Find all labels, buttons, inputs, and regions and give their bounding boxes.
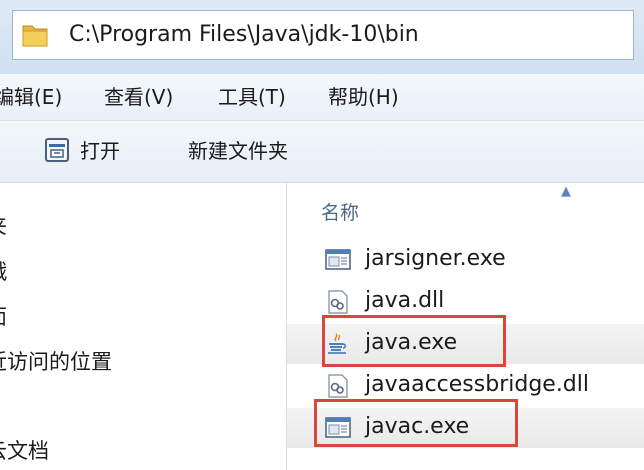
menu-edit[interactable]: 编辑(E) xyxy=(0,84,62,110)
nav-item-downloads[interactable]: 戱 xyxy=(0,258,7,286)
file-row[interactable]: jarsigner.exe xyxy=(287,240,644,280)
dll-icon xyxy=(328,374,348,398)
nav-item-recent-places[interactable]: 近访问的位置 xyxy=(0,348,112,376)
highlight-box-javac-exe xyxy=(314,399,518,447)
sort-arrow-icon: ▲ xyxy=(561,184,571,199)
command-toolbar: 打开 新建文件夹 xyxy=(0,121,644,183)
menu-bar: 编辑(E) 查看(V) 工具(T) 帮助(H) xyxy=(0,74,644,121)
navigation-pane: 夹 戱 面 近访问的位置 云文档 xyxy=(0,183,285,470)
highlight-box-java-exe xyxy=(322,315,506,367)
explorer-window: C:\Program Files\Java\jdk-10\bin 编辑(E) 查… xyxy=(0,0,644,470)
nav-item-cloud-docs[interactable]: 云文档 xyxy=(0,437,49,465)
file-name[interactable]: java.dll xyxy=(365,287,444,315)
open-icon[interactable] xyxy=(44,137,70,163)
file-name[interactable]: javaaccessbridge.dll xyxy=(365,371,589,399)
nav-item-favorites[interactable]: 夹 xyxy=(0,212,7,240)
column-header-name[interactable]: 名称 xyxy=(321,200,359,226)
nav-item-desktop[interactable]: 面 xyxy=(0,303,7,331)
menu-tools[interactable]: 工具(T) xyxy=(218,84,286,110)
address-bar-area: C:\Program Files\Java\jdk-10\bin xyxy=(0,0,644,74)
address-bar[interactable]: C:\Program Files\Java\jdk-10\bin xyxy=(12,10,634,60)
exe-app-icon xyxy=(325,249,351,270)
open-button[interactable]: 打开 xyxy=(80,138,120,164)
menu-help[interactable]: 帮助(H) xyxy=(328,84,399,110)
file-name[interactable]: jarsigner.exe xyxy=(365,245,506,273)
dll-icon xyxy=(328,290,348,314)
new-folder-button[interactable]: 新建文件夹 xyxy=(188,138,288,164)
address-path[interactable]: C:\Program Files\Java\jdk-10\bin xyxy=(69,19,419,51)
folder-icon xyxy=(22,25,48,47)
menu-view[interactable]: 查看(V) xyxy=(104,84,173,110)
